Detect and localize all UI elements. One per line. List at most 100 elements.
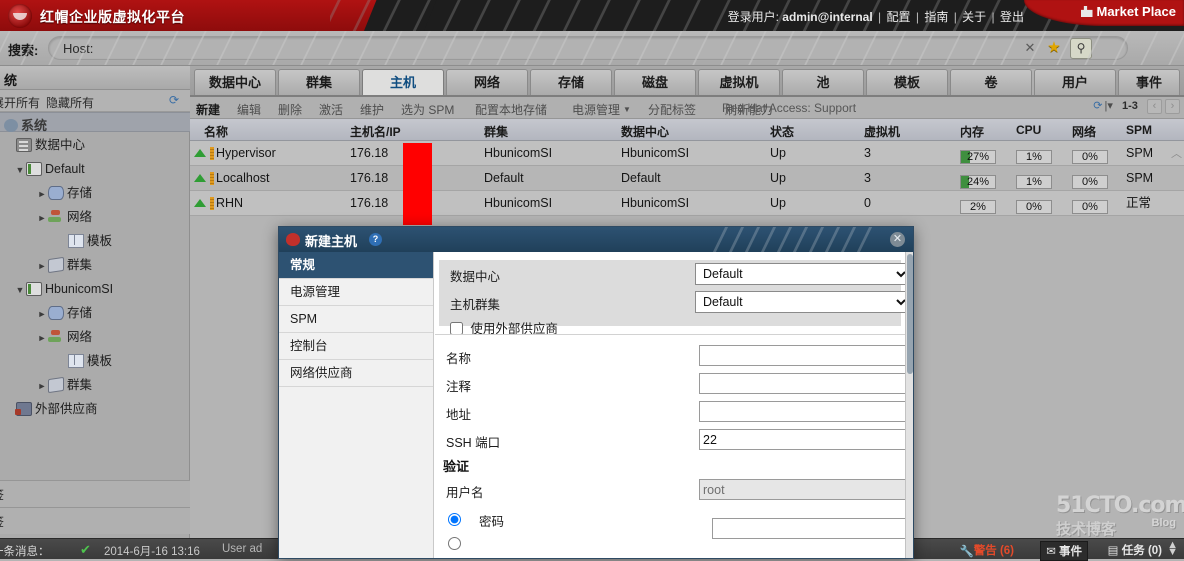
column-header-4[interactable]: 状态 — [770, 123, 794, 140]
cluster-select[interactable]: Default — [695, 291, 905, 313]
action-分配标签[interactable]: 分配标签 — [648, 101, 696, 118]
tree-node-网络[interactable]: ► 网络 — [0, 325, 190, 349]
tree-node-Default[interactable]: ▼ Default — [0, 157, 190, 181]
tree-node-群集[interactable]: ► 群集 — [0, 373, 190, 397]
chevron-right-icon[interactable]: ► — [36, 182, 48, 206]
column-header-6[interactable]: 内存 — [960, 123, 984, 140]
external-provider-icon — [15, 402, 32, 416]
tab-模板[interactable]: 模板 — [866, 69, 948, 95]
collapse-all-link[interactable]: 隐藏所有 — [46, 94, 94, 111]
field-input[interactable] — [699, 345, 905, 366]
table-row[interactable]: RHN 176.18 HbunicomSI HbunicomSI Up 0 正常 2% 0% 0% — [190, 191, 1184, 216]
tree-node-群集[interactable]: ► 群集 — [0, 253, 190, 277]
action-电源管理[interactable]: 电源管理 ▼ — [572, 101, 631, 118]
column-header-8[interactable]: 网络 — [1072, 123, 1096, 140]
tree-node-网络[interactable]: ► 网络 — [0, 205, 190, 229]
updown-icon[interactable]: ▲ ▼ — [1167, 540, 1178, 558]
tab-事件[interactable]: 事件 — [1118, 69, 1180, 95]
column-header-9[interactable]: SPM — [1126, 123, 1152, 137]
chevron-down-icon[interactable]: ▾ — [1107, 100, 1113, 112]
tree-node-数据中心[interactable]: 数据中心 — [0, 133, 190, 157]
action-维护[interactable]: 维护 — [360, 101, 384, 118]
field-input[interactable] — [699, 401, 905, 422]
column-header-3[interactable]: 数据中心 — [621, 123, 669, 140]
tree-node-存储[interactable]: ► 存储 — [0, 301, 190, 325]
chevron-left-icon[interactable]: ‹ — [1146, 99, 1162, 114]
star-icon[interactable]: ★ — [1046, 40, 1062, 56]
table-row[interactable]: Localhost 176.18 Default Default Up 3 SPM 24% 1%… — [190, 166, 1184, 191]
column-header-5[interactable]: 虚拟机 — [864, 123, 900, 140]
dialog-nav-SPM[interactable]: SPM — [279, 306, 433, 333]
link-about[interactable]: 关于 — [962, 10, 986, 24]
dialog-scrollbar-thumb[interactable] — [907, 254, 913, 374]
dialog-nav-控制台[interactable]: 控制台 — [279, 333, 433, 360]
link-configure[interactable]: 配置 — [887, 10, 911, 24]
tree-node-模板[interactable]: 模板 — [0, 229, 190, 253]
dialog-nav-常规[interactable]: 常规 — [279, 252, 433, 279]
column-header-2[interactable]: 群集 — [484, 123, 508, 140]
sidebar-tab-1[interactable]: 签 — [0, 480, 190, 507]
chevron-right-icon[interactable]: ► — [36, 326, 48, 350]
dialog-scrollbar[interactable] — [905, 252, 913, 558]
action-激活[interactable]: 激活 — [319, 101, 343, 118]
refresh-icon[interactable]: ⟳ — [1093, 100, 1102, 112]
redhat-access-support-link[interactable]: Red Hat Access: Support — [722, 101, 856, 115]
chevron-right-icon[interactable]: ► — [36, 206, 48, 230]
sshkey-radio[interactable] — [448, 537, 461, 550]
tree-node-label: 群集 — [67, 378, 93, 392]
field-input[interactable] — [699, 429, 905, 450]
chevron-down-icon[interactable]: ▼ — [623, 105, 631, 114]
help-icon[interactable]: ? — [369, 233, 382, 246]
tab-卷[interactable]: 卷 — [950, 69, 1032, 95]
tree-node-label: HbunicomSI — [45, 282, 114, 296]
column-header-0[interactable]: 名称 — [204, 123, 228, 140]
tree-node-外部供应商[interactable]: 外部供应商 — [0, 397, 190, 421]
action-编辑[interactable]: 编辑 — [237, 101, 261, 118]
username-input[interactable] — [699, 479, 905, 500]
chevron-right-icon[interactable]: ► — [36, 302, 48, 326]
action-配置本地存储[interactable]: 配置本地存储 — [475, 101, 547, 118]
tab-主机[interactable]: 主机 — [362, 69, 444, 95]
dialog-nav-电源管理[interactable]: 电源管理 — [279, 279, 433, 306]
chevron-up-icon[interactable]: ︿ — [1171, 145, 1182, 161]
tab-群集[interactable]: 群集 — [278, 69, 360, 95]
tree-root-system[interactable]: 系统 — [0, 112, 190, 133]
refresh-icon[interactable]: ⟳ — [169, 94, 182, 107]
expand-all-link[interactable]: 展开所有 — [0, 94, 40, 111]
chevron-down-icon[interactable]: ▼ — [14, 158, 26, 182]
column-header-7[interactable]: CPU — [1016, 123, 1041, 137]
tab-存储[interactable]: 存储 — [530, 69, 612, 95]
tab-网络[interactable]: 网络 — [446, 69, 528, 95]
table-row[interactable]: Hypervisor 176.18 HbunicomSI HbunicomSI Up 3 S… — [190, 141, 1184, 166]
dialog-nav-网络供应商[interactable]: 网络供应商 — [279, 360, 433, 387]
tab-数据中心[interactable]: 数据中心 — [194, 69, 276, 95]
action-选为-SPM[interactable]: 选为 SPM — [401, 101, 454, 118]
field-input[interactable] — [699, 373, 905, 394]
dialog-title: 新建主机 — [305, 234, 358, 249]
chevron-down-icon[interactable]: ▼ — [14, 278, 26, 302]
tab-虚拟机[interactable]: 虚拟机 — [698, 69, 780, 95]
close-icon[interactable]: ✕ — [890, 232, 905, 247]
sidebar-tab-2[interactable]: 签 — [0, 507, 190, 534]
password-radio[interactable] — [448, 513, 461, 526]
datacenter-select[interactable]: Default — [695, 263, 905, 285]
tab-池[interactable]: 池 — [782, 69, 864, 95]
action-新建[interactable]: 新建 — [196, 101, 220, 118]
tasks-button[interactable]: ▤ 任务 (0) — [1108, 542, 1162, 558]
tab-磁盘[interactable]: 磁盘 — [614, 69, 696, 95]
tree-actions: 展开所有 隐藏所有 ⟳ — [0, 90, 190, 112]
alerts-button[interactable]: 🔧警告 (6) — [960, 542, 1014, 558]
action-删除[interactable]: 删除 — [278, 101, 302, 118]
chevron-right-icon[interactable]: › — [1165, 99, 1180, 114]
events-button[interactable]: ✉ 事件 — [1040, 541, 1088, 561]
tree-node-存储[interactable]: ► 存储 — [0, 181, 190, 205]
field-label: 注释 — [446, 380, 472, 394]
chevron-right-icon[interactable]: ► — [36, 254, 48, 278]
tab-用户[interactable]: 用户 — [1034, 69, 1116, 95]
chevron-right-icon[interactable]: ► — [36, 374, 48, 398]
column-header-1[interactable]: 主机名/IP — [350, 123, 401, 140]
link-guide[interactable]: 指南 — [924, 10, 948, 24]
link-logout[interactable]: 登出 — [1000, 10, 1024, 24]
tree-node-HbunicomSI[interactable]: ▼ HbunicomSI — [0, 277, 190, 301]
tree-node-模板[interactable]: 模板 — [0, 349, 190, 373]
